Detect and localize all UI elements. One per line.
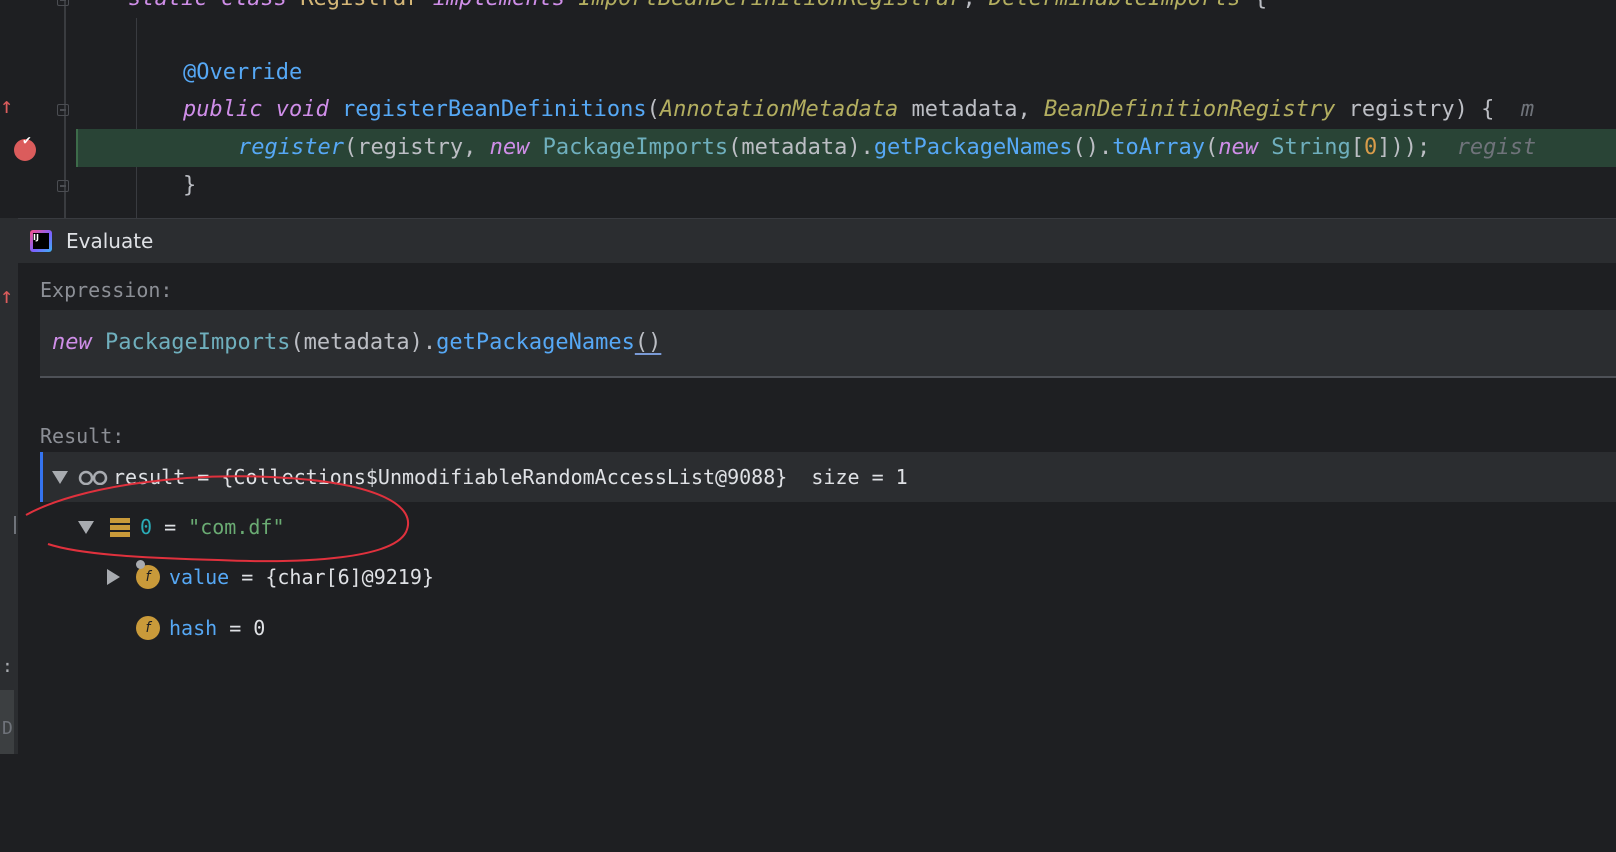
strip-glyph: : — [2, 656, 13, 677]
dialog-title: Evaluate — [66, 229, 154, 253]
intellij-logo-icon — [30, 230, 52, 252]
field-eq: = — [229, 565, 266, 589]
dialog-titlebar[interactable]: Evaluate — [18, 218, 1616, 263]
ide-left-strip: ↑ : D — [0, 218, 18, 754]
code-line-method-signature[interactable]: public void registerBeanDefinitions(Anno… — [76, 91, 1616, 129]
expr-method: getPackageNames — [436, 330, 635, 355]
expr-parens: () — [634, 330, 662, 355]
expr-args: (metadata). — [290, 330, 437, 355]
code-line-current-execution[interactable]: register(registry, new PackageImports(me… — [76, 129, 1616, 167]
strip-divider — [14, 516, 16, 534]
fold-marker-icon[interactable] — [57, 0, 69, 6]
field-value: {char[6]@9219} — [265, 565, 434, 589]
fold-marker-icon[interactable] — [57, 104, 69, 116]
override-arrow-icon[interactable]: ↑ — [0, 96, 13, 118]
annotation-circle — [25, 475, 409, 563]
field-value: 0 — [253, 616, 266, 640]
code-line-close-brace[interactable]: } — [76, 167, 1616, 205]
expr-keyword: new — [52, 330, 92, 355]
expression-input[interactable]: new PackageImports(metadata).getPackageN… — [40, 310, 1616, 378]
code-line-override[interactable]: @Override — [76, 54, 1616, 92]
evaluate-dialog[interactable]: Evaluate Expression: new PackageImports(… — [18, 218, 1616, 754]
tree-row-field-hash[interactable]: f hash = 0 — [40, 603, 1616, 653]
editor-gutter[interactable]: ↑ — [0, 0, 76, 224]
expr-class: PackageImports — [105, 330, 291, 355]
fold-marker-icon[interactable] — [57, 180, 69, 192]
result-size: size = 1 — [787, 465, 908, 489]
code-editor[interactable]: ↑ static class Registrar implements Impo… — [0, 0, 1616, 224]
result-tree[interactable]: result = {Collections$UnmodifiableRandom… — [25, 450, 1616, 754]
strip-glyph: D — [2, 718, 13, 739]
field-icon: f — [136, 616, 160, 640]
override-arrow-icon: ↑ — [0, 284, 14, 309]
field-eq: = — [217, 616, 254, 640]
expand-triangle-icon[interactable] — [107, 569, 120, 585]
expression-label: Expression: — [40, 278, 173, 302]
result-label: Result: — [40, 424, 125, 448]
field-name: value — [169, 565, 230, 589]
field-name: hash — [169, 616, 218, 640]
code-line-class-decl[interactable]: static class Registrar implements Import… — [76, 0, 1616, 18]
breakpoint-icon[interactable] — [14, 133, 36, 161]
